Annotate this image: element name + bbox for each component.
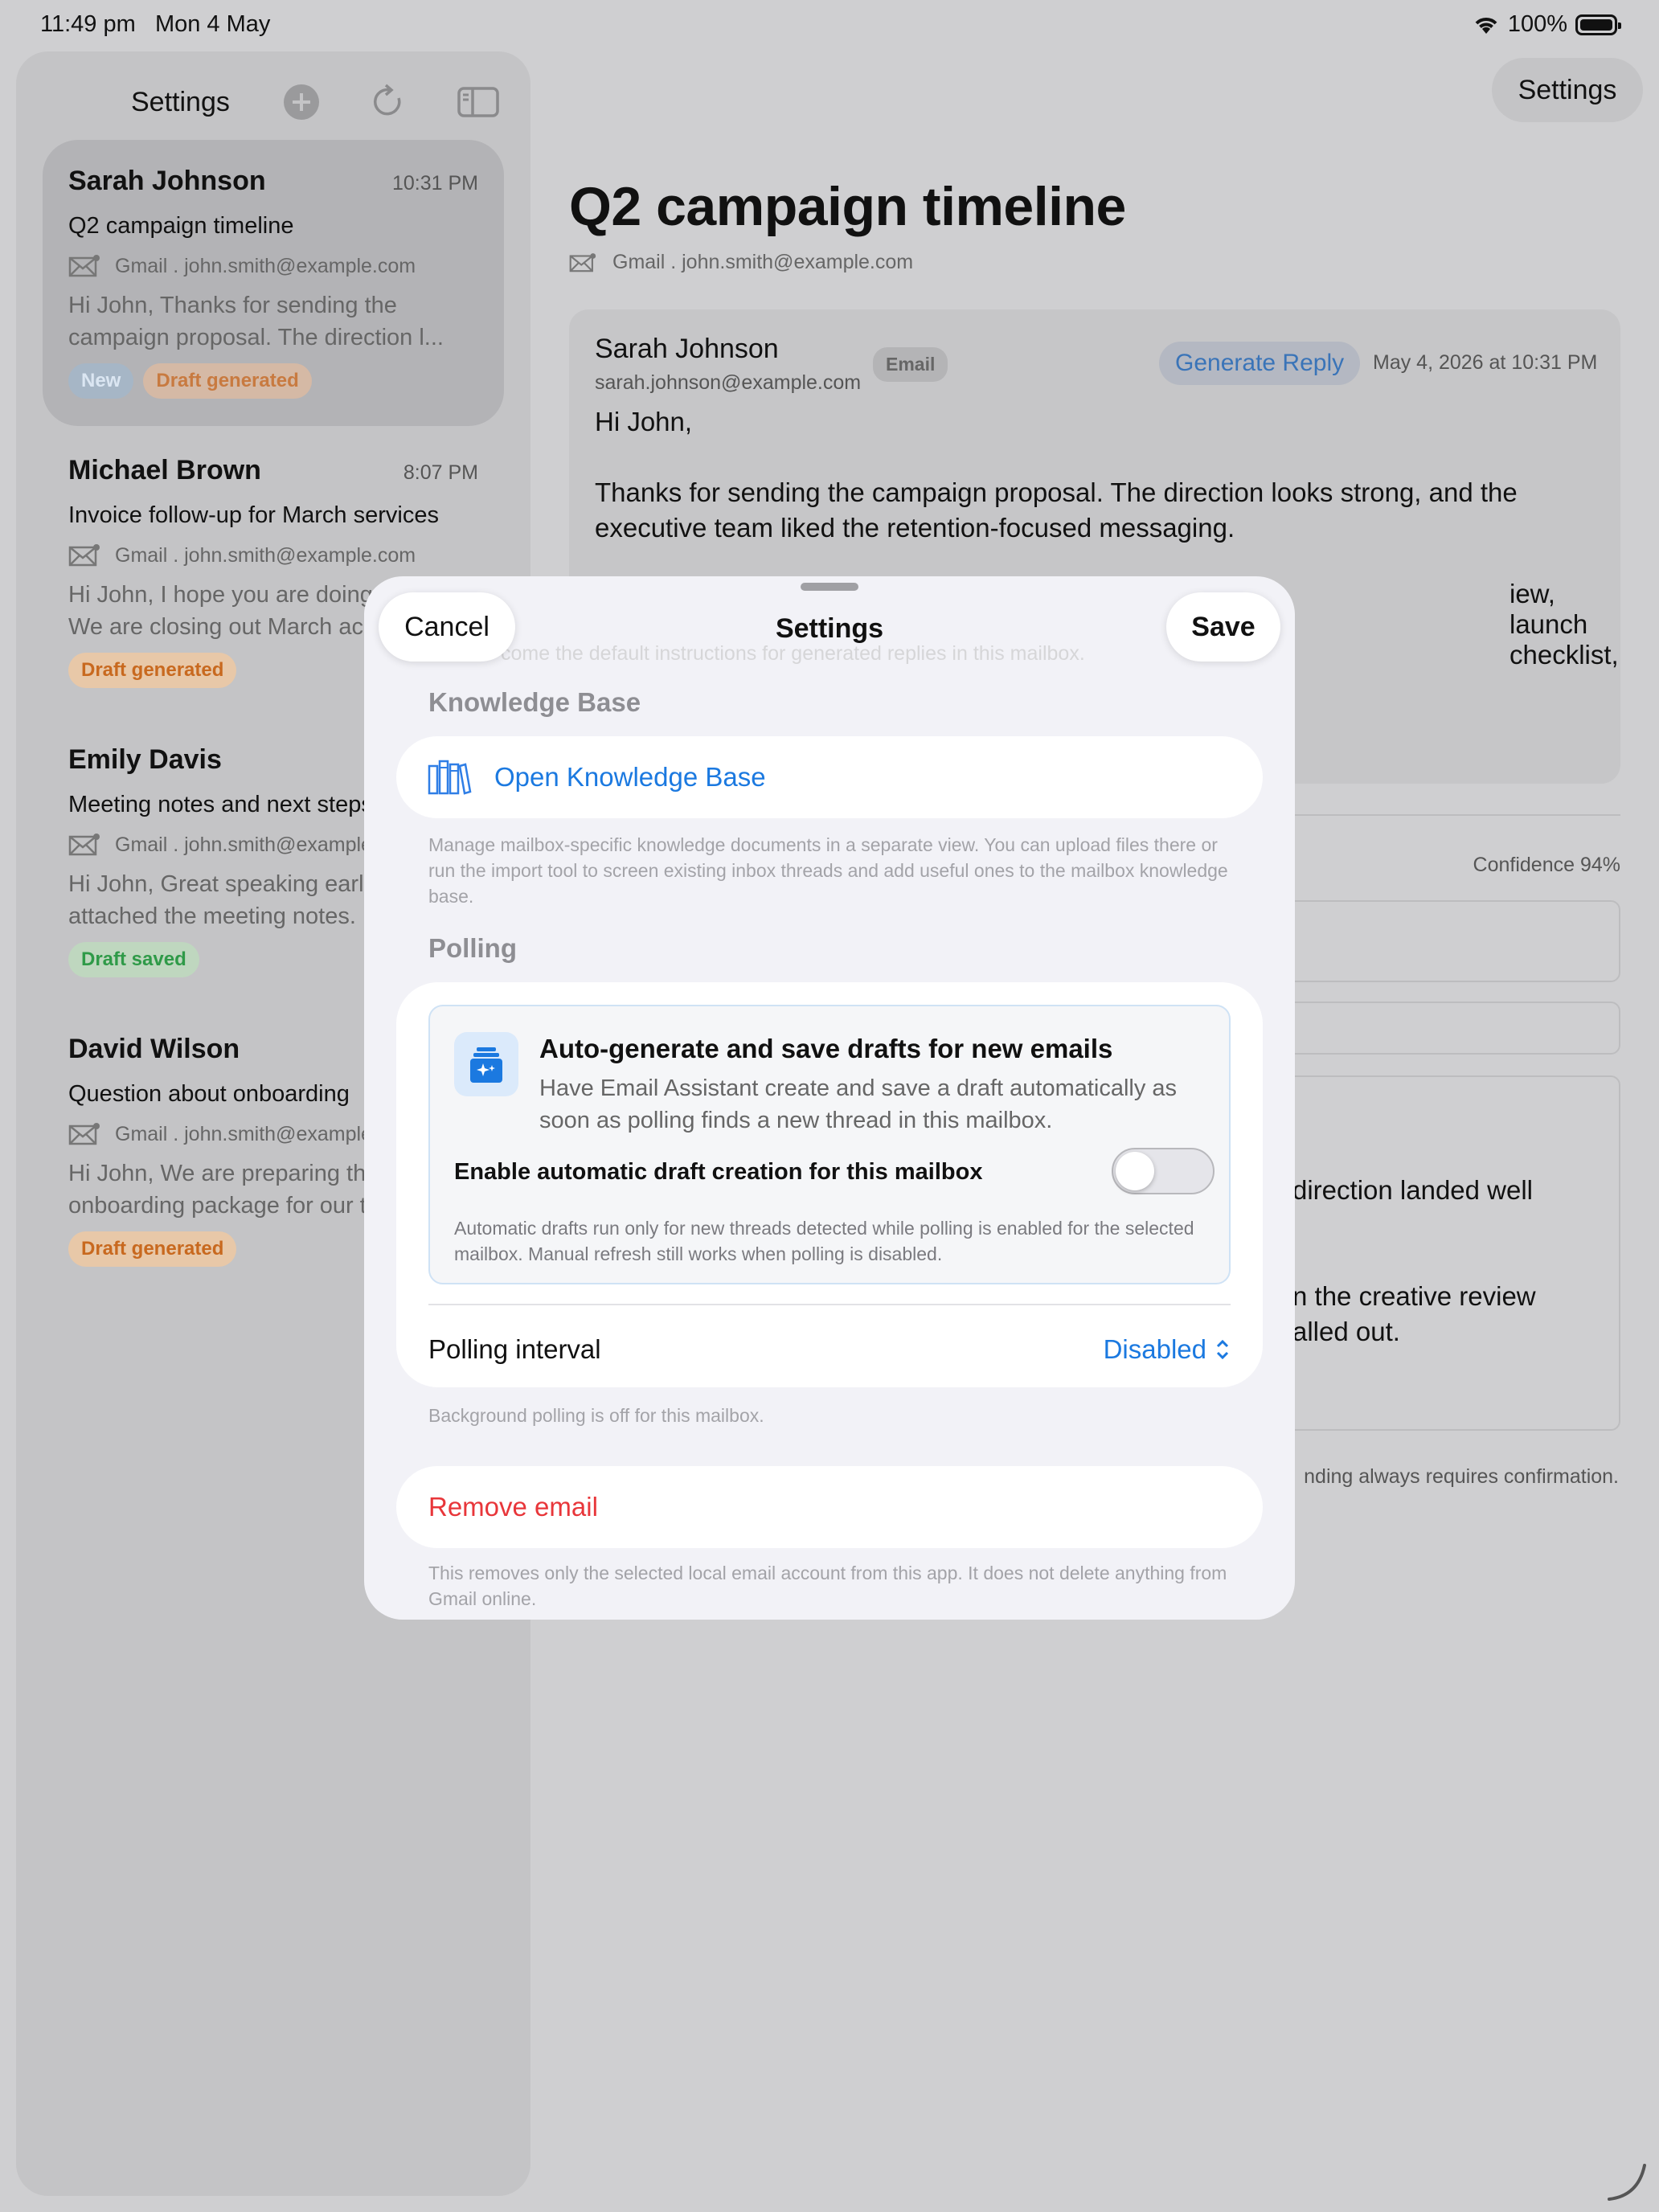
auto-draft-icon	[454, 1032, 518, 1096]
remove-email-button[interactable]: Remove email	[428, 1492, 598, 1522]
status-right: 100%	[1473, 11, 1621, 38]
battery-icon	[1575, 14, 1621, 35]
email-subject: Q2 campaign timeline	[68, 213, 294, 239]
settings-sheet: come the default instructions for genera…	[364, 576, 1295, 1620]
email-account: Gmail . john.smith@example.com	[68, 254, 478, 278]
email-account: Gmail . john.smith@example.com	[68, 543, 478, 567]
send-confirmation-note: nding always requires confirmation.	[1304, 1465, 1619, 1488]
message-body: Hi John, Thanks for sending the campaign…	[595, 407, 1518, 543]
draft-body-fragment: n the creative review	[1292, 1281, 1536, 1311]
status-time: 11:49 pm Mon 4 May	[40, 11, 271, 37]
draft-body-fragment: direction landed well	[1292, 1175, 1534, 1205]
auto-draft-toggle[interactable]	[1112, 1148, 1215, 1194]
remove-email-group: Remove email	[396, 1466, 1263, 1548]
message-sender-email: sarah.johnson@example.com	[595, 371, 862, 394]
battery-percent: 100%	[1507, 11, 1567, 37]
message-body-fragment: iew, launch checklist,	[1509, 579, 1619, 670]
knowledge-base-footer: Manage mailbox-specific knowledge docume…	[428, 834, 1228, 907]
message-sender: Sarah Johnson	[595, 334, 779, 364]
wifi-icon	[1475, 17, 1497, 34]
email-preview: Hi John, Thanks for sending the campaign…	[68, 293, 444, 350]
polling-interval-label: Polling interval	[428, 1334, 601, 1364]
badge-draft-generated: Draft generated	[68, 653, 237, 688]
books-icon	[428, 760, 472, 795]
envelope-icon	[68, 255, 100, 277]
message-date: May 4, 2026 at 10:31 PM	[1373, 351, 1598, 374]
remove-email-footer: This removes only the selected local ema…	[428, 1563, 1227, 1609]
divider	[428, 1304, 1231, 1305]
email-time: 10:31 PM	[391, 172, 478, 195]
detail-account: Gmail . john.smith@example.com	[569, 251, 913, 274]
section-header-polling: Polling	[428, 933, 517, 963]
add-icon[interactable]	[281, 82, 322, 122]
sheet-grabber[interactable]	[801, 583, 858, 591]
open-knowledge-base-row[interactable]: Open Knowledge Base	[396, 736, 1263, 818]
email-time: 8:07 PM	[403, 461, 478, 484]
chevron-up-down-icon	[1216, 1339, 1229, 1360]
polling-interval-picker[interactable]: Disabled	[1104, 1334, 1231, 1365]
envelope-icon	[68, 544, 100, 567]
badge-draft-generated: Draft generated	[143, 363, 312, 399]
scrolled-text: come the default instructions for genera…	[501, 642, 1085, 665]
generate-reply-button[interactable]: Generate Reply	[1159, 342, 1361, 385]
auto-draft-note: Automatic drafts run only for new thread…	[454, 1218, 1194, 1264]
toggle-knob	[1116, 1152, 1154, 1190]
section-header-knowledge-base: Knowledge Base	[428, 687, 641, 717]
draft-body-fragment: alled out.	[1292, 1317, 1400, 1346]
refresh-icon[interactable]	[368, 82, 408, 122]
status-bar: 11:49 pm Mon 4 May 100%	[0, 0, 1659, 51]
auto-draft-toggle-label: Enable automatic draft creation for this…	[454, 1159, 983, 1185]
email-subject: Invoice follow-up for March services	[68, 502, 439, 528]
sidebar-toolbar: Settings	[16, 68, 530, 132]
auto-draft-description: Have Email Assistant create and save a d…	[539, 1075, 1178, 1133]
sheet-title: Settings	[775, 613, 884, 644]
badge-draft-generated: Draft generated	[68, 1231, 237, 1267]
auto-draft-card: Auto-generate and save drafts for new em…	[428, 1005, 1231, 1284]
auto-draft-title: Auto-generate and save drafts for new em…	[539, 1034, 1113, 1063]
settings-button[interactable]: Settings	[1492, 58, 1643, 122]
email-list-item[interactable]: Sarah Johnson 10:31 PM Q2 campaign timel…	[43, 140, 504, 426]
envelope-icon	[68, 834, 100, 856]
envelope-icon	[68, 1123, 100, 1145]
confidence-label: Confidence 94%	[1473, 854, 1620, 876]
message-type-badge: Email	[873, 347, 948, 382]
open-knowledge-base-link[interactable]: Open Knowledge Base	[494, 762, 766, 793]
page-title: Q2 campaign timeline	[569, 176, 1126, 237]
sidebar-toggle-icon[interactable]	[457, 82, 500, 122]
polling-footer: Background polling is off for this mailb…	[428, 1405, 764, 1426]
polling-group: Auto-generate and save drafts for new em…	[396, 982, 1263, 1387]
email-badges: New Draft generated	[68, 363, 478, 399]
sidebar-settings-button[interactable]: Settings	[131, 87, 230, 118]
badge-draft-saved: Draft saved	[68, 942, 199, 977]
envelope-icon	[569, 252, 596, 272]
knowledge-base-group: Open Knowledge Base	[396, 736, 1263, 818]
resize-corner-icon[interactable]	[1603, 2157, 1651, 2206]
badge-new: New	[68, 363, 134, 399]
save-button[interactable]: Save	[1166, 592, 1280, 662]
